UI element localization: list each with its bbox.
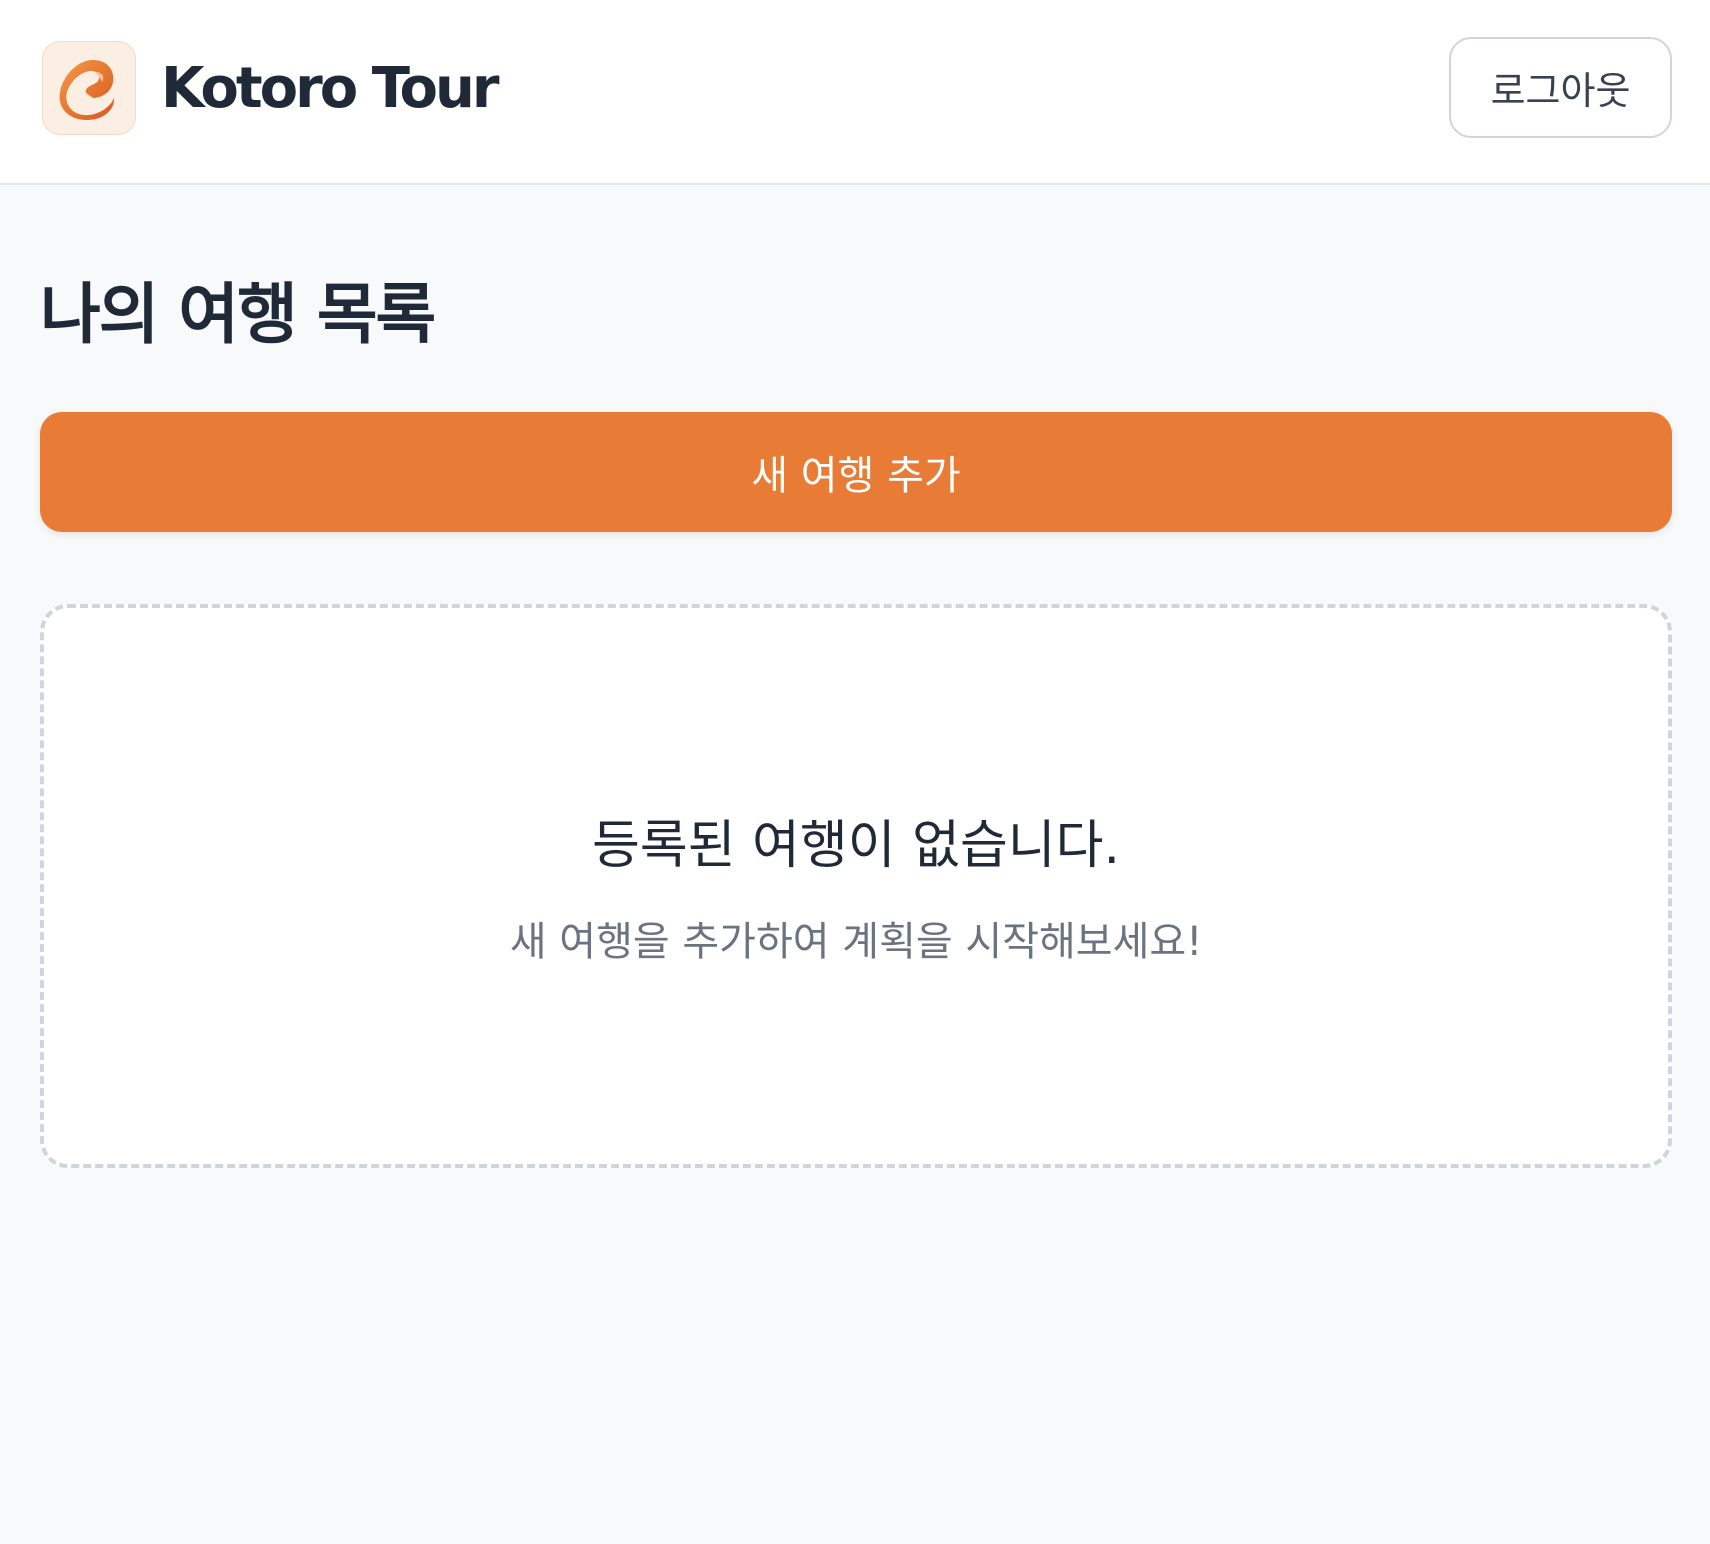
empty-state-card: 등록된 여행이 없습니다. 새 여행을 추가하여 계획을 시작해보세요!	[40, 604, 1672, 1168]
app-header: Kotoro Tour 로그아웃	[0, 0, 1710, 185]
logout-button[interactable]: 로그아웃	[1449, 37, 1672, 138]
add-trip-button[interactable]: 새 여행 추가	[40, 412, 1672, 532]
empty-state-subtitle: 새 여행을 추가하여 계획을 시작해보세요!	[509, 919, 1203, 965]
page-title: 나의 여행 목록	[40, 276, 436, 353]
empty-state-title: 등록된 여행이 없습니다.	[592, 816, 1120, 876]
brand-name: Kotoro Tour	[161, 55, 499, 121]
brand[interactable]: Kotoro Tour	[42, 41, 499, 135]
kotoro-tour-logo-icon	[42, 41, 136, 135]
